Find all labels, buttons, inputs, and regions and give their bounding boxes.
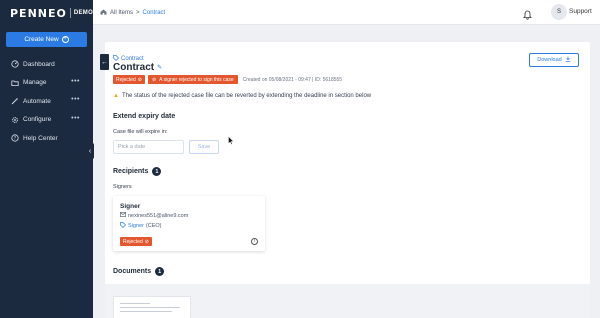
warning-triangle-icon: ▲ (113, 93, 119, 99)
chevron-left-icon: ‹ (88, 147, 92, 155)
plus-circle-icon: + (61, 36, 69, 43)
signer-card: Signer nexines551@aline9.com Signer (CEO… (113, 196, 265, 251)
document-line (120, 303, 150, 304)
case-status-row: Rejected ⊘ ⊘ A signer rejected to sign t… (113, 75, 342, 84)
ban-icon: ⊘ (144, 238, 149, 245)
tag-icon (120, 222, 126, 230)
documents-title: Documents (113, 268, 152, 275)
breadcrumb-root[interactable]: All Items (110, 10, 133, 16)
document-line (120, 311, 172, 312)
download-label: Download (537, 57, 562, 63)
logo-text: PENNEO (10, 6, 67, 20)
breadcrumb: All Items > Contract (100, 9, 165, 17)
warning-text: The status of the rejected case file can… (121, 93, 372, 99)
expiry-date-input[interactable]: Pick a date (113, 140, 184, 154)
expiry-date-placeholder: Pick a date (118, 144, 146, 150)
breadcrumb-current[interactable]: Contract (143, 10, 166, 16)
bell-icon[interactable] (523, 7, 532, 20)
breadcrumb-separator: > (136, 10, 140, 16)
signer-name: Signer (120, 203, 141, 210)
sidebar-item-manage[interactable]: Manage ••• (0, 74, 93, 93)
sidebar-item-label: Manage (23, 79, 47, 87)
rejection-warning: ▲ The status of the rejected case file c… (113, 93, 371, 99)
more-dots-icon[interactable]: ••• (71, 78, 80, 85)
sidebar-item-label: Help Center (23, 134, 58, 142)
page-title: Contract ✎ (113, 62, 162, 73)
edit-pencil-icon[interactable]: ✎ (157, 64, 162, 71)
logo-divider (69, 8, 71, 18)
sidebar-nav: Dashboard Manage ••• Automate ••• Config… (0, 55, 93, 148)
documents-heading: Documents 1 (113, 267, 165, 276)
documents-count-badge: 1 (155, 267, 165, 276)
sidebar: PENNEO DEMO Create New + Dashboard Manag… (0, 0, 93, 318)
signer-role-row: Signer (CEO) (120, 222, 162, 230)
extend-expiry-heading: Extend expiry date (113, 113, 175, 120)
wand-icon (11, 97, 19, 105)
created-info: Created on 05/08/2021 - 09:47 | ID: 5618… (242, 76, 343, 83)
user-menu-label[interactable]: Support (569, 8, 592, 15)
status-badge-label: Rejected (116, 76, 136, 83)
folder-icon (11, 79, 19, 87)
download-button[interactable]: Download (529, 53, 579, 67)
top-bar: All Items > Contract S Support (93, 0, 600, 25)
case-title: Contract (113, 62, 155, 73)
ban-icon: ⊘ (151, 76, 157, 83)
avatar[interactable]: S (551, 4, 567, 20)
logo[interactable]: PENNEO DEMO (10, 6, 93, 20)
home-icon[interactable] (100, 9, 107, 17)
help-icon: ? (11, 134, 19, 142)
signer-email-row: nexines551@aline9.com (120, 212, 188, 219)
expiry-label: Case file will expire in: (113, 129, 168, 135)
download-icon (565, 56, 571, 64)
sidebar-item-help-center[interactable]: ? Help Center (0, 129, 93, 148)
sidebar-item-label: Dashboard (23, 60, 55, 68)
sidebar-item-automate[interactable]: Automate ••• (0, 92, 93, 111)
ban-icon: ⊘ (137, 76, 142, 83)
recipients-heading: Recipients 1 (113, 167, 162, 176)
envelope-icon (120, 212, 126, 219)
gear-icon (11, 116, 19, 124)
recipients-count-badge: 1 (152, 167, 162, 176)
more-dots-icon[interactable]: ••• (71, 96, 80, 103)
save-button[interactable]: Save (189, 140, 219, 154)
status-badge: Rejected ⊘ (113, 75, 145, 84)
sidebar-item-label: Automate (23, 97, 51, 105)
recipients-title: Recipients (113, 168, 149, 175)
create-new-label: Create New (24, 36, 59, 43)
sidebar-item-dashboard[interactable]: Dashboard (0, 55, 93, 74)
status-message: A signer rejected to sign this case (159, 76, 234, 83)
back-button[interactable]: ← (100, 54, 109, 70)
mouse-pointer-icon (228, 132, 234, 145)
sidebar-item-configure[interactable]: Configure ••• (0, 111, 93, 130)
signer-email: nexines551@aline9.com (128, 212, 189, 219)
create-new-button[interactable]: Create New + (6, 32, 87, 47)
info-icon[interactable]: i (251, 238, 258, 245)
more-dots-icon[interactable]: ••• (71, 115, 80, 122)
signer-role-detail: (CEO) (145, 223, 162, 229)
arrow-left-icon: ← (101, 58, 108, 66)
status-message-badge: ⊘ A signer rejected to sign this case (147, 75, 238, 84)
signer-role: Signer (128, 223, 144, 229)
signer-status-label: Rejected (123, 238, 143, 245)
signers-label: Signers (113, 184, 132, 190)
collapse-sidebar-button[interactable]: ‹ (86, 143, 94, 159)
extend-expiry-title: Extend expiry date (113, 113, 176, 120)
document-line (120, 307, 180, 308)
document-thumbnail[interactable] (113, 296, 191, 318)
signer-status-badge: Rejected ⊘ (120, 237, 152, 246)
dashboard-icon (11, 60, 19, 68)
logo-demo-tag: DEMO (73, 10, 94, 16)
sidebar-item-label: Configure (23, 116, 52, 124)
